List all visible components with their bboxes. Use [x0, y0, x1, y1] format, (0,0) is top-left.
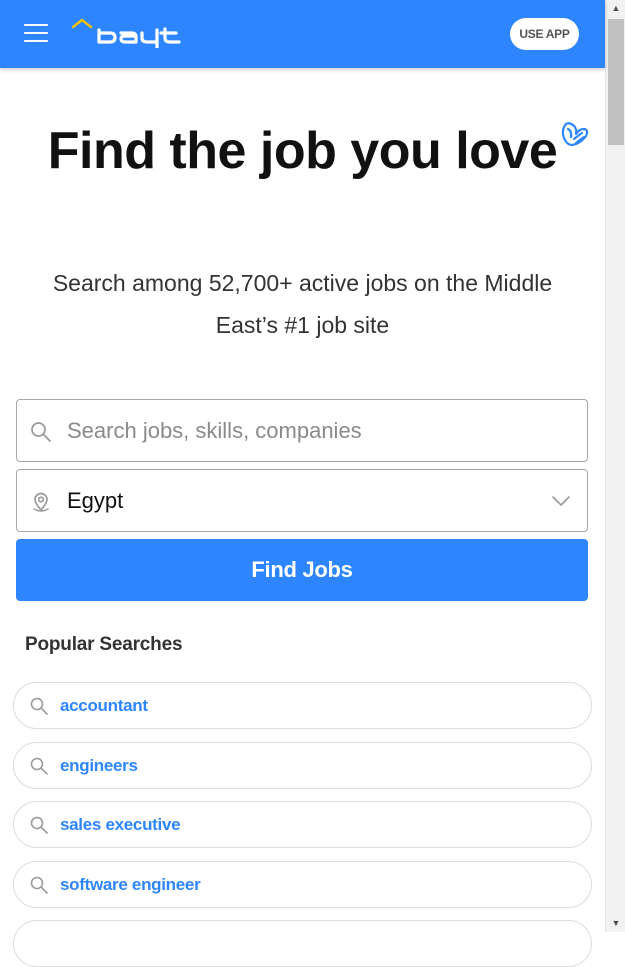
search-icon — [29, 420, 53, 444]
popular-searches-heading: Popular Searches — [25, 634, 183, 655]
bayt-logo[interactable] — [70, 16, 200, 50]
top-header: USE APP — [0, 0, 605, 68]
popular-search-item[interactable]: engineers — [13, 742, 592, 789]
popular-search-label[interactable]: sales executive — [60, 802, 181, 847]
page-scrollbar[interactable]: ▲ ▼ — [605, 0, 625, 932]
scroll-thumb[interactable] — [608, 19, 624, 145]
hero-title: Find the job you love — [47, 122, 558, 180]
find-jobs-button[interactable]: Find Jobs — [16, 539, 588, 601]
popular-search-item[interactable]: sales executive — [13, 801, 592, 848]
use-app-button[interactable]: USE APP — [510, 18, 579, 50]
hero-subtitle: Search among 52,700+ active jobs on the … — [52, 270, 553, 338]
search-input[interactable] — [67, 400, 527, 461]
search-icon — [29, 696, 49, 716]
chevron-down-icon[interactable] — [551, 492, 571, 510]
scroll-down-arrow-icon[interactable]: ▼ — [606, 915, 625, 932]
location-pin-icon — [29, 490, 53, 514]
search-icon — [29, 875, 49, 895]
heart-doodle-icon — [558, 118, 592, 152]
popular-search-item[interactable]: accountant — [13, 682, 592, 729]
location-value: Egypt — [67, 488, 124, 513]
location-select[interactable]: Egypt — [16, 469, 588, 532]
scroll-up-arrow-icon[interactable]: ▲ — [606, 0, 625, 17]
popular-search-item[interactable] — [13, 920, 592, 967]
search-field[interactable] — [16, 399, 588, 462]
popular-search-label[interactable]: engineers — [60, 743, 138, 788]
popular-search-item[interactable]: software engineer — [13, 861, 592, 908]
popular-search-label[interactable]: software engineer — [60, 862, 201, 907]
hamburger-menu-icon[interactable] — [20, 20, 56, 48]
popular-search-label[interactable]: accountant — [60, 683, 148, 728]
search-icon — [29, 756, 49, 776]
search-icon — [29, 815, 49, 835]
